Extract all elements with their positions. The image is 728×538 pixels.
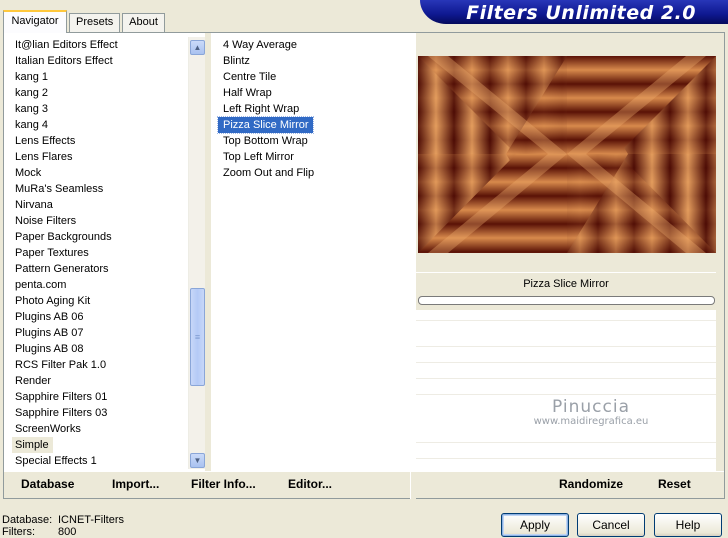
category-item[interactable]: Pattern Generators [12, 261, 188, 277]
filter-item[interactable]: Zoom Out and Flip [218, 165, 408, 181]
scroll-up-button[interactable]: ▲ [190, 40, 205, 55]
category-item[interactable]: Special Effects 1 [12, 453, 188, 469]
title-banner: Filters Unlimited 2.0 [420, 0, 728, 24]
parameter-row [416, 394, 716, 395]
tab-navigator[interactable]: Navigator [3, 10, 67, 33]
category-item[interactable]: Render [12, 373, 188, 389]
parameter-row [416, 362, 716, 363]
tab-about[interactable]: About [122, 13, 165, 32]
status-filters-value: 800 [58, 526, 77, 538]
selected-filter-name: Pizza Slice Mirror [416, 272, 716, 294]
filter-item[interactable]: Blintz [218, 53, 408, 69]
category-item[interactable]: Noise Filters [12, 213, 188, 229]
filter-item[interactable]: Centre Tile [218, 69, 408, 85]
category-item[interactable]: Photo Aging Kit [12, 293, 188, 309]
category-item[interactable]: penta.com [12, 277, 188, 293]
category-item[interactable]: ScreenWorks [12, 421, 188, 437]
parameter-row [416, 320, 716, 321]
filter-list[interactable]: 4 Way Average Blintz Centre Tile Half Wrap L… [217, 37, 408, 471]
category-item[interactable]: kang 2 [12, 85, 188, 101]
category-item[interactable]: kang 3 [12, 101, 188, 117]
category-scrollbar[interactable]: ▲ ≡ ▼ [188, 37, 205, 469]
status-database-label: Database: [2, 514, 53, 526]
category-item[interactable]: RCS Filter Pak 1.0 [12, 357, 188, 373]
grip-icon: ≡ [194, 332, 201, 342]
category-item[interactable]: Sapphire Filters 01 [12, 389, 188, 405]
category-item[interactable]: Mock [12, 165, 188, 181]
category-item[interactable]: MuRa's Seamless [12, 181, 188, 197]
editor-button[interactable]: Editor... [288, 477, 332, 491]
status-info: Database: ICNET-Filters Filters: 800 [2, 514, 124, 538]
category-item[interactable]: Simple [12, 437, 53, 453]
status-filters-label: Filters: [2, 526, 35, 538]
watermark-url: www.maidiregrafica.eu [533, 416, 649, 427]
status-database: Database: ICNET-Filters [2, 514, 124, 526]
category-item[interactable]: Sapphire Filters 03 [12, 405, 188, 421]
category-item[interactable]: Paper Textures [12, 245, 188, 261]
category-item[interactable]: Nirvana [12, 197, 188, 213]
filter-item[interactable]: Top Left Mirror [218, 149, 408, 165]
bottom-toolbar: Database Import... Filter Info... Editor… [4, 471, 724, 499]
import-button[interactable]: Import... [112, 477, 159, 491]
progress-bar [418, 296, 715, 305]
watermark: Pinuccia www.maidiregrafica.eu [516, 397, 666, 427]
status-filters: Filters: 800 [2, 526, 124, 538]
tab-presets[interactable]: Presets [69, 13, 120, 32]
filter-item[interactable]: Half Wrap [218, 85, 408, 101]
category-item[interactable]: Paper Backgrounds [12, 229, 188, 245]
filter-item[interactable]: Pizza Slice Mirror [217, 116, 314, 134]
category-list[interactable]: It@lian Editors Effect Italian Editors Ef… [12, 37, 188, 471]
navigator-panel: It@lian Editors Effect Italian Editors Ef… [3, 32, 725, 499]
watermark-name: Pinuccia [552, 397, 630, 417]
apply-button[interactable]: Apply [501, 513, 569, 537]
parameter-row [416, 346, 716, 347]
preview-pattern [418, 56, 716, 253]
help-button[interactable]: Help [654, 513, 722, 537]
category-item[interactable]: Italian Editors Effect [12, 53, 188, 69]
category-item[interactable]: kang 1 [12, 69, 188, 85]
cancel-button[interactable]: Cancel [577, 513, 645, 537]
preview-pane: Pizza Slice Mirror Pinuccia www.maidireg… [416, 33, 724, 471]
banner-title: Filters Unlimited 2.0 [466, 2, 696, 24]
reset-button[interactable]: Reset [658, 477, 691, 491]
chevron-down-icon: ▼ [193, 456, 202, 465]
parameter-row [416, 458, 716, 459]
category-item[interactable]: Plugins AB 06 [12, 309, 188, 325]
database-button[interactable]: Database [21, 477, 74, 491]
randomize-button[interactable]: Randomize [559, 477, 623, 491]
category-item[interactable]: kang 4 [12, 117, 188, 133]
filter-item[interactable]: 4 Way Average [218, 37, 408, 53]
scroll-down-button[interactable]: ▼ [190, 453, 205, 468]
category-item[interactable]: It@lian Editors Effect [12, 37, 188, 53]
filter-item[interactable]: Top Bottom Wrap [218, 133, 408, 149]
parameter-row [416, 442, 716, 443]
status-database-value: ICNET-Filters [58, 514, 124, 526]
pane-divider [205, 33, 211, 471]
toolbar-separator [410, 472, 416, 499]
filter-item[interactable]: Left Right Wrap [218, 101, 408, 117]
parameter-area: Pinuccia www.maidiregrafica.eu [416, 310, 716, 471]
preview-image [418, 56, 716, 253]
category-item[interactable]: Plugins AB 07 [12, 325, 188, 341]
category-item[interactable]: Plugins AB 08 [12, 341, 188, 357]
scroll-thumb[interactable]: ≡ [190, 288, 205, 386]
chevron-up-icon: ▲ [193, 43, 202, 52]
category-item[interactable]: Lens Effects [12, 133, 188, 149]
filter-info-button[interactable]: Filter Info... [191, 477, 256, 491]
parameter-row [416, 378, 716, 379]
category-item[interactable]: Lens Flares [12, 149, 188, 165]
